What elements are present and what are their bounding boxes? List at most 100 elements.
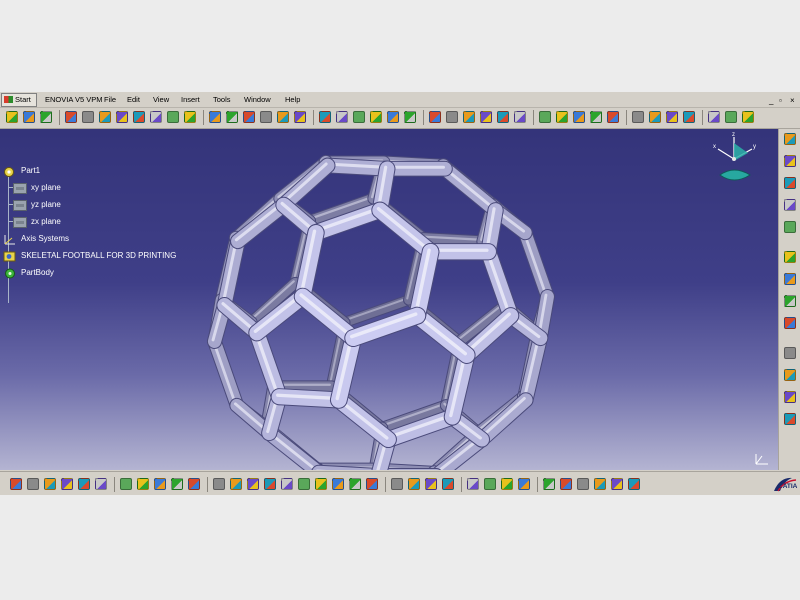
fly-mode-icon[interactable] [10,478,22,490]
restore-button[interactable]: ▫ [779,96,782,105]
extract-icon[interactable] [784,177,796,189]
scale-icon[interactable] [607,111,619,123]
show-constraint-icon[interactable] [784,347,796,359]
rib-icon[interactable] [209,111,221,123]
shape-design-icon[interactable] [40,111,52,123]
menu-tools[interactable]: Tools [213,95,231,104]
save-icon[interactable] [247,478,259,490]
swap-space-icon[interactable] [188,478,200,490]
menu-window[interactable]: Window [244,95,271,104]
compass-icon[interactable]: z y x [710,129,762,187]
menu-view[interactable]: View [153,95,169,104]
table-icon[interactable] [577,478,589,490]
sketcher-icon[interactable] [784,133,796,145]
redo-icon[interactable] [349,478,361,490]
measure-item-icon[interactable] [560,478,572,490]
auto-constraint-icon[interactable] [784,369,796,381]
tool-icon[interactable] [611,478,623,490]
menu-edit[interactable]: Edit [127,95,140,104]
minimize-button[interactable]: _ [769,96,773,105]
boolean-icon[interactable] [632,111,644,123]
pocket-icon[interactable] [133,111,145,123]
3d-viewport[interactable]: Part1 xy plane yz plane zx plane Axis Sy… [0,129,778,470]
line-icon[interactable] [65,111,77,123]
plane-icon[interactable] [99,111,111,123]
thread-icon[interactable] [463,111,475,123]
menu-insert[interactable]: Insert [181,95,200,104]
pan-icon[interactable] [44,478,56,490]
symmetry-icon[interactable] [556,111,568,123]
analysis-icon[interactable] [666,111,678,123]
remove-face-icon[interactable] [480,111,492,123]
cut-icon[interactable] [281,478,293,490]
stiffener-icon[interactable] [243,111,255,123]
sketch-icon[interactable] [6,111,18,123]
project-icon[interactable] [784,199,796,211]
circle-icon[interactable] [784,273,796,285]
menu-enovia[interactable]: ENOVIA V5 VPM [45,95,103,104]
hole-icon[interactable] [184,111,196,123]
part-design-icon[interactable] [23,111,35,123]
sew-surface-icon[interactable] [353,111,365,123]
knowledge-icon[interactable] [543,478,555,490]
print-icon[interactable] [264,478,276,490]
undo-icon[interactable] [332,478,344,490]
plane-system-icon[interactable] [501,478,513,490]
iso-view-icon[interactable] [137,478,149,490]
loft-icon[interactable] [260,111,272,123]
spline-icon[interactable] [784,295,796,307]
draft-icon[interactable] [404,111,416,123]
catalog-icon[interactable] [742,111,754,123]
hide-show-icon[interactable] [171,478,183,490]
groove-icon[interactable] [167,111,179,123]
constraint-icon[interactable] [649,111,661,123]
curve-icon[interactable] [784,413,796,425]
zoom-out-icon[interactable] [95,478,107,490]
rotate-icon[interactable] [539,111,551,123]
menu-file[interactable]: File [104,95,116,104]
fillet-icon[interactable] [370,111,382,123]
sketch-analysis-icon[interactable] [784,155,796,167]
search-icon[interactable] [442,478,454,490]
replace-face-icon[interactable] [497,111,509,123]
disk-icon[interactable] [594,478,606,490]
normal-view-icon[interactable] [120,478,132,490]
catalog-icon[interactable] [425,478,437,490]
formula-icon[interactable] [518,478,530,490]
translate-icon[interactable] [514,111,526,123]
constraint-icon[interactable] [784,317,796,329]
pattern-icon[interactable] [590,111,602,123]
reference-icon[interactable] [784,221,796,233]
rotate-view-icon[interactable] [61,478,73,490]
split-icon[interactable] [294,111,306,123]
update-icon[interactable] [391,478,403,490]
pad-icon[interactable] [116,111,128,123]
compass-icon[interactable] [725,111,737,123]
copy-icon[interactable] [298,478,310,490]
zoom-in-icon[interactable] [78,478,90,490]
feature-icon[interactable] [467,478,479,490]
fit-all-icon[interactable] [27,478,39,490]
chart-icon[interactable] [484,478,496,490]
record-icon[interactable] [784,391,796,403]
chamfer-icon[interactable] [387,111,399,123]
paste-icon[interactable] [315,478,327,490]
apply-material-icon[interactable] [683,111,695,123]
close-button[interactable]: × [790,96,795,105]
axis-system-icon[interactable] [408,478,420,490]
shell-icon[interactable] [429,111,441,123]
start-button[interactable]: Start [1,93,37,107]
mirror-icon[interactable] [573,111,585,123]
thick-surface-icon[interactable] [319,111,331,123]
graph-icon[interactable] [628,478,640,490]
measure-icon[interactable] [708,111,720,123]
thickness-icon[interactable] [446,111,458,123]
shaft-icon[interactable] [150,111,162,123]
profile-icon[interactable] [784,251,796,263]
open-icon[interactable] [230,478,242,490]
menu-help[interactable]: Help [285,95,300,104]
polyline-icon[interactable] [82,111,94,123]
remove-loft-icon[interactable] [277,111,289,123]
slot-icon[interactable] [226,111,238,123]
whats-this-icon[interactable] [366,478,378,490]
